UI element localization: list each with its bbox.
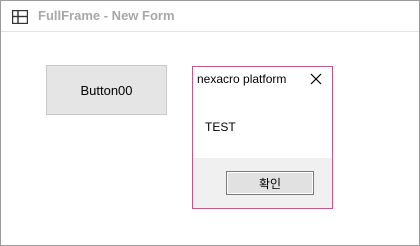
ok-button[interactable]: 확인 [226, 171, 314, 195]
close-icon[interactable] [309, 72, 323, 86]
dialog-footer: 확인 [193, 158, 332, 208]
title-bar: FullFrame - New Form [1, 1, 419, 32]
window-title: FullFrame - New Form [38, 8, 175, 23]
button00[interactable]: Button00 [46, 65, 167, 115]
dialog-message: TEST [205, 120, 236, 134]
windows-logo-icon [11, 9, 29, 25]
dialog-title: nexacro platform [197, 72, 287, 86]
message-dialog: nexacro platform TEST 확인 [192, 66, 333, 209]
